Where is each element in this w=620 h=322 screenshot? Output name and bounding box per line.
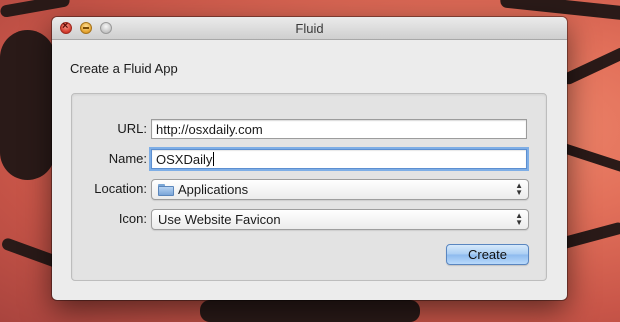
create-button[interactable]: Create xyxy=(446,244,529,265)
icon-popup-value: Use Website Favicon xyxy=(158,212,281,227)
name-field-value: OSXDaily xyxy=(156,152,213,167)
form-group-box: URL: http://osxdaily.com Name: OSXDaily … xyxy=(71,93,547,281)
popup-arrows-icon: ▲ ▼ xyxy=(515,211,523,227)
window-title: Fluid xyxy=(295,21,324,36)
name-label: Name: xyxy=(108,151,147,166)
popup-arrows-icon: ▲ ▼ xyxy=(515,181,523,197)
text-caret xyxy=(213,152,215,166)
url-field-value: http://osxdaily.com xyxy=(156,122,263,137)
icon-label: Icon: xyxy=(118,211,147,226)
location-label: Location: xyxy=(94,181,147,196)
fluid-window: Fluid Create a Fluid App URL: http://osx… xyxy=(52,17,567,300)
dialog-heading: Create a Fluid App xyxy=(70,61,178,76)
location-popup-value: Applications xyxy=(178,182,249,197)
folder-icon xyxy=(158,184,174,196)
title-bar[interactable]: Fluid xyxy=(52,17,567,40)
icon-popup[interactable]: Use Website Favicon ▲ ▼ xyxy=(151,209,529,230)
url-field[interactable]: http://osxdaily.com xyxy=(151,119,527,139)
name-field[interactable]: OSXDaily xyxy=(151,149,527,169)
url-label: URL: xyxy=(117,121,147,136)
location-popup[interactable]: Applications ▲ ▼ xyxy=(151,179,529,200)
